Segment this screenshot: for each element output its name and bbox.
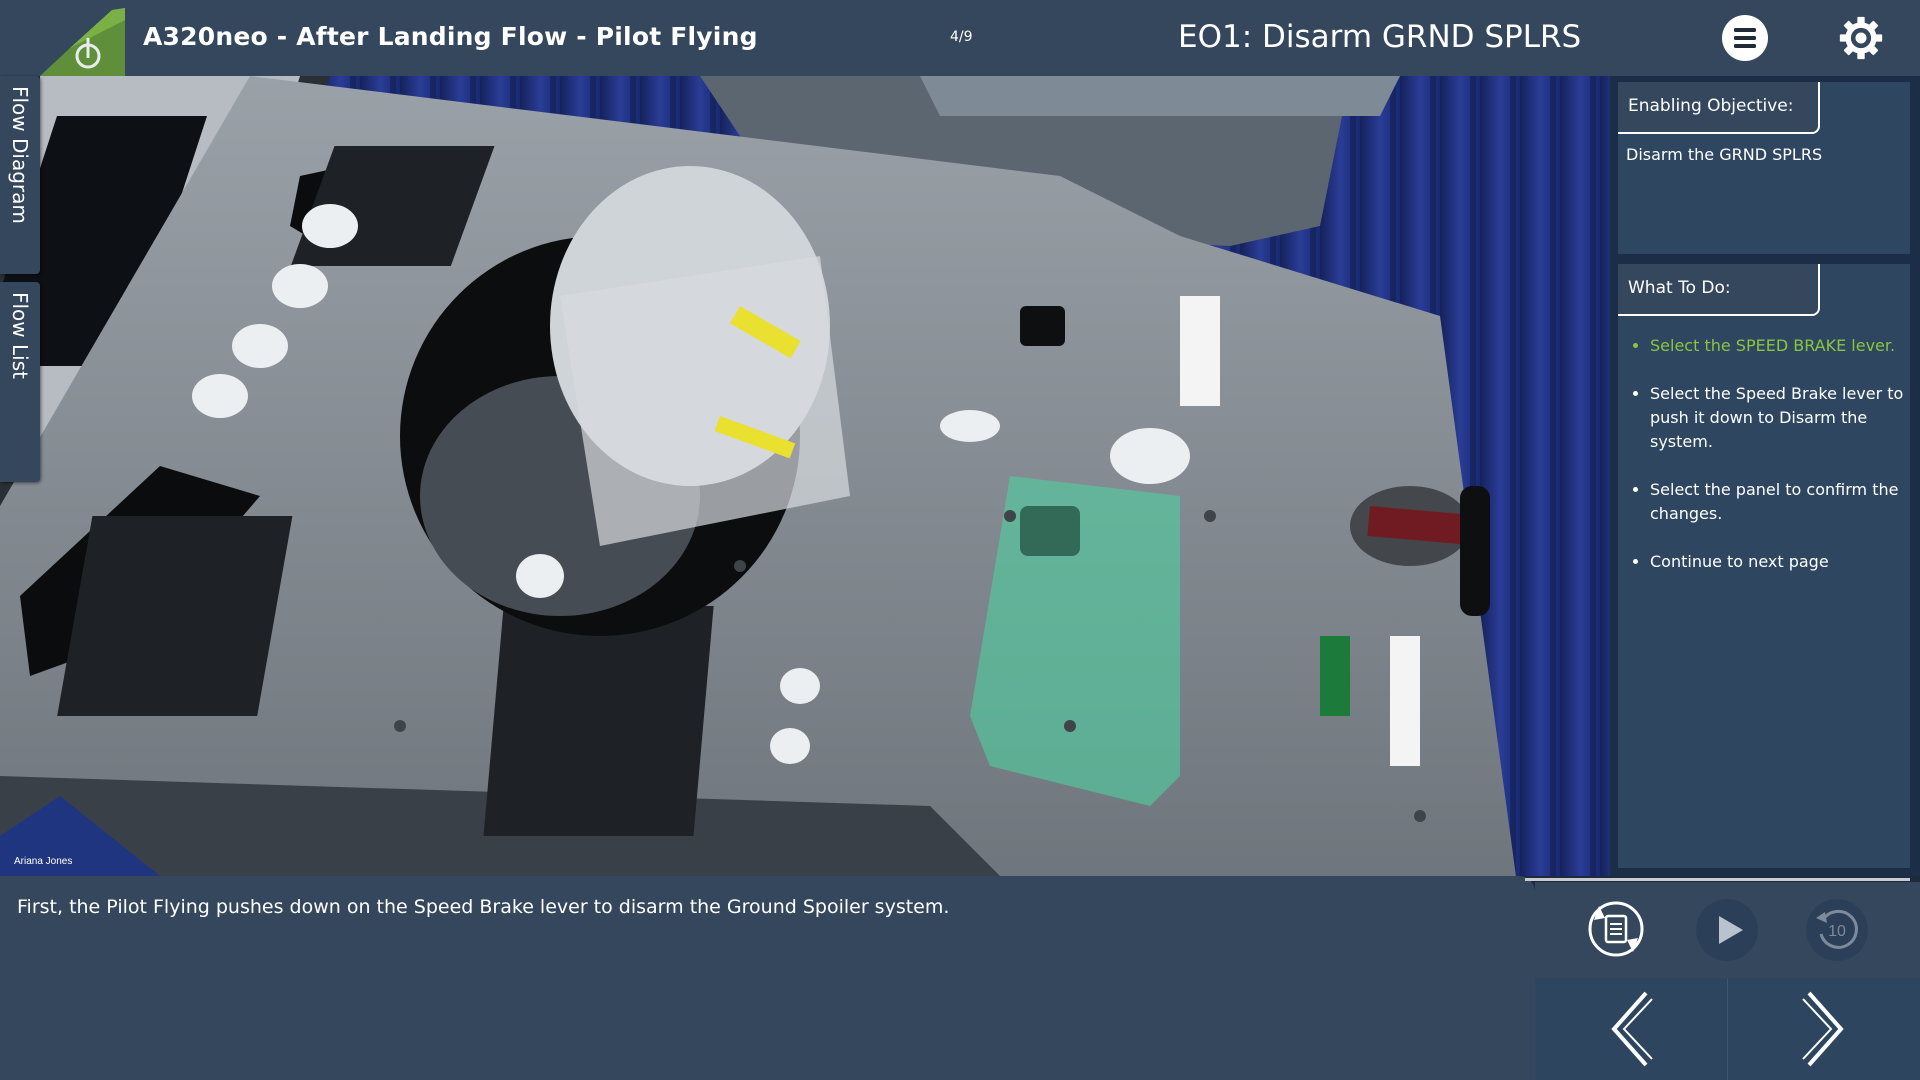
enabling-objective-box: Enabling Objective: Disarm the GRND SPLR… [1618, 82, 1910, 254]
next-page-button[interactable] [1728, 978, 1920, 1080]
airline-logo [40, 8, 125, 76]
objective-title: EO1: Disarm GRND SPLRS [1178, 19, 1582, 55]
gear-icon [1839, 16, 1883, 60]
previous-page-button[interactable] [1535, 978, 1729, 1080]
chevron-left-icon [1611, 991, 1653, 1067]
tab-flow-diagram[interactable]: Flow Diagram [0, 76, 40, 274]
narration-panel: First, the Pilot Flying pushes down on t… [0, 876, 1535, 1080]
settings-button[interactable] [1838, 15, 1884, 61]
playback-controls: 10 [1535, 882, 1920, 978]
player-controls: 10 [1535, 882, 1920, 1080]
what-to-do-header: What To Do: [1618, 264, 1820, 316]
what-to-do-box: What To Do: Select the SPEED BRAKE lever… [1618, 264, 1910, 868]
tab-flow-list[interactable]: Flow List [0, 282, 40, 482]
what-to-do-list: Select the SPEED BRAKE lever. Select the… [1626, 334, 1920, 598]
enabling-objective-header: Enabling Objective: [1618, 82, 1820, 134]
top-bar: A320neo - After Landing Flow - Pilot Fly… [0, 0, 1920, 76]
replay-10-icon: 10 [1806, 899, 1868, 961]
audio-progress-bar[interactable] [1525, 878, 1910, 881]
transcript-button[interactable] [1585, 898, 1647, 965]
todo-step: Select the Speed Brake lever to push it … [1650, 382, 1920, 454]
todo-step: Select the SPEED BRAKE lever. [1650, 334, 1920, 358]
cockpit-3d-view[interactable] [0, 76, 1610, 876]
hamburger-menu-icon [1723, 16, 1767, 60]
author-credit: Ariana Jones [14, 856, 73, 867]
tab-flow-diagram-label: Flow Diagram [8, 86, 32, 224]
enabling-objective-text: Disarm the GRND SPLRS [1626, 145, 1823, 164]
menu-button[interactable] [1722, 15, 1768, 61]
tab-flow-list-label: Flow List [8, 292, 32, 379]
play-icon [1696, 899, 1758, 961]
transcript-refresh-icon [1588, 901, 1644, 957]
page-counter: 4/9 [950, 29, 973, 45]
todo-step: Select the panel to confirm the changes. [1650, 478, 1920, 526]
play-button[interactable] [1695, 898, 1759, 967]
todo-step: Continue to next page [1650, 550, 1920, 574]
chevron-right-icon [1802, 991, 1844, 1067]
narration-text: First, the Pilot Flying pushes down on t… [17, 896, 950, 918]
course-title: A320neo - After Landing Flow - Pilot Fly… [143, 22, 758, 51]
replay-10-button[interactable]: 10 [1805, 898, 1869, 967]
replay-10-label: 10 [1828, 923, 1846, 940]
